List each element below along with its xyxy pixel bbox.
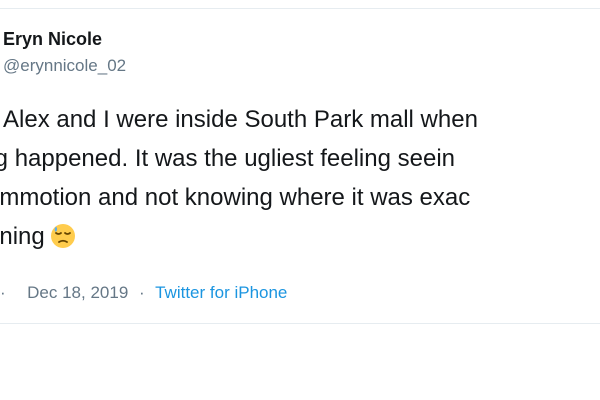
tweet-text-line-3: ommotion and not knowing where it was ex… <box>0 184 471 211</box>
tweet-text-line-2: ing happened. It was the ugliest feeling… <box>0 145 456 172</box>
meta-separator: · <box>139 283 145 302</box>
author-handle[interactable]: @erynnicole_02 <box>3 56 126 76</box>
tweet-meta: · Dec 18, 2019 · Twitter for iPhone <box>0 283 287 303</box>
author-name[interactable]: Eryn Nicole <box>3 29 102 50</box>
downcast-face-with-sweat-icon <box>49 222 77 250</box>
time-prefix: · <box>0 283 6 302</box>
tweet-text-line-4: ening <box>0 217 600 256</box>
tweet-text-line-1: Alex and I were inside South Park mall w… <box>3 106 478 133</box>
tweet-date[interactable]: Dec 18, 2019 <box>27 283 128 302</box>
source-link[interactable]: Twitter for iPhone <box>155 283 287 302</box>
tweet-text: Alex and I were inside South Park mall w… <box>0 100 600 256</box>
tweet-text-line-4-text: ening <box>0 223 45 250</box>
